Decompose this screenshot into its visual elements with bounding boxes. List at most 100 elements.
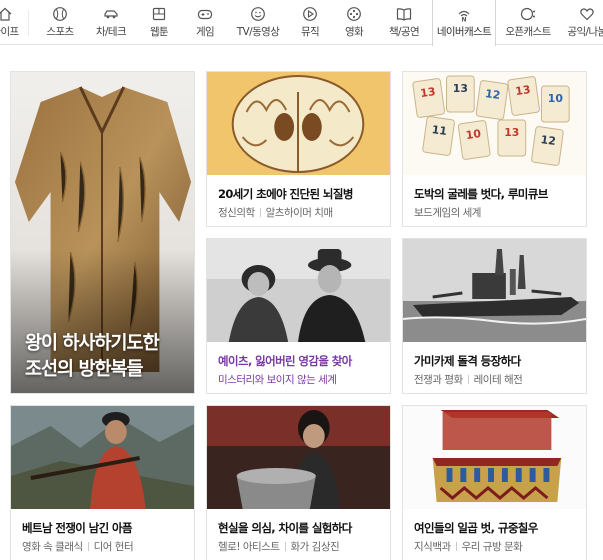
rummikub-tile: 11 (422, 116, 455, 156)
article-tags: 헬로! 아티스트 화가 김상진 (218, 539, 384, 554)
article-title: 가미카제 돌격 등장하다 (414, 354, 521, 368)
tab-game[interactable]: 게임 (186, 0, 224, 45)
artist-thumbnail (207, 406, 390, 509)
svg-text:13: 13 (420, 85, 437, 100)
article-card[interactable]: 20세기 초에야 진단된 뇌질병 정신의학 알츠하이머 치매 (206, 71, 391, 227)
svg-text:11: 11 (431, 123, 448, 138)
rummikub-tile: 12 (531, 126, 564, 166)
tab-label: 차/테크 (95, 26, 127, 38)
rummikub-tile: 13 (507, 76, 540, 116)
article-tag: 미스터리와 보이지 않는 세계 (218, 374, 337, 386)
article-tag: 레이테 해전 (473, 374, 523, 386)
article-card[interactable]: 13 13 12 13 10 11 10 13 12 도박의 굴레를 벗다, 루미큐브 보드게임… (402, 71, 587, 227)
tab-label: 네이버캐스트 (436, 26, 492, 38)
article-tag: 헬로! 아티스트 (218, 541, 280, 553)
svg-text:10: 10 (465, 127, 482, 142)
sewing-box-thumbnail (403, 406, 586, 509)
opencast-icon (500, 6, 556, 22)
tab-label: 게임 (195, 26, 215, 38)
rummikub-tile: 10 (540, 85, 570, 123)
tab-label: 책/공연 (388, 26, 420, 38)
featured-caption-line2: 조선의 방한복들 (25, 359, 144, 380)
gamepad-icon (186, 6, 224, 22)
tab-webtoon[interactable]: 웹툰 (140, 0, 178, 45)
rummikub-tile: 10 (457, 120, 491, 160)
rummikub-tiles-thumbnail: 13 13 12 13 10 11 10 13 12 (403, 72, 586, 175)
tab-opencast[interactable]: 오픈캐스트 (500, 0, 556, 45)
baseball-icon (38, 6, 82, 22)
tag-separator (467, 375, 469, 384)
car-icon (86, 6, 136, 22)
tab-life[interactable]: 라이프 (0, 0, 26, 45)
article-title: 여인들의 일곱 벗, 규중칠우 (414, 521, 538, 535)
svg-text:12: 12 (540, 133, 557, 148)
svg-text:13: 13 (515, 83, 532, 98)
article-title: 도박의 굴레를 벗다, 루미큐브 (414, 187, 548, 201)
article-tags: 지식백과 우리 규방 문화 (414, 539, 580, 554)
article-tag: 보드게임의 세계 (414, 207, 481, 219)
featured-caption-line1: 왕이 하사하기도한 (25, 333, 160, 354)
tag-separator (284, 542, 286, 551)
article-tag: 디어 헌터 (93, 541, 134, 553)
tab-label: TV/동영상 (236, 26, 280, 38)
tab-label: 오픈캐스트 (505, 26, 551, 38)
featured-card[interactable]: 왕이 하사하기도한 조선의 방한복들 (10, 71, 195, 394)
article-tags: 보드게임의 세계 (414, 205, 580, 220)
tag-separator (455, 542, 457, 551)
tab-label: 라이프 (0, 26, 19, 38)
article-tag: 정신의학 (218, 207, 255, 219)
tag-separator (259, 208, 261, 217)
tab-divider (28, 10, 29, 36)
svg-text:N: N (461, 17, 466, 23)
article-tags: 영화 속 클래식 디어 헌터 (22, 539, 188, 554)
category-tab-bar: 라이프 스포츠 차/테크 웹툰 게임 TV/동영상 뮤직 (0, 0, 603, 46)
tab-label: 뮤직 (300, 26, 320, 38)
article-card[interactable]: 가미카제 돌격 등장하다 전쟁과 평화 레이테 해전 (402, 238, 587, 394)
svg-text:13: 13 (453, 82, 468, 95)
tab-public-sharing[interactable]: 공익/나눔 (560, 0, 603, 45)
tab-book-performance[interactable]: 책/공연 (378, 0, 430, 45)
webtoon-icon (140, 6, 178, 22)
article-card[interactable]: 현실을 의심, 차이를 실험하다 헬로! 아티스트 화가 김상진 (206, 405, 391, 560)
article-tags: 정신의학 알츠하이머 치매 (218, 205, 384, 220)
vintage-photo-thumbnail (207, 239, 390, 342)
tab-navercast[interactable]: N 네이버캐스트 (432, 0, 496, 46)
article-card[interactable]: 예이츠, 잃어버린 영감을 찾아 미스터리와 보이지 않는 세계 (206, 238, 391, 394)
article-tag: 지식백과 (414, 541, 451, 553)
tab-label: 공익/나눔 (567, 26, 603, 38)
tab-movie[interactable]: 영화 (336, 0, 372, 45)
book-icon (378, 6, 430, 22)
tab-car-tech[interactable]: 차/테크 (86, 0, 136, 45)
featured-caption: 왕이 하사하기도한 조선의 방한복들 (25, 331, 160, 383)
article-title: 예이츠, 잃어버린 영감을 찾아 (218, 354, 352, 368)
tag-separator (87, 542, 89, 551)
movie-still-thumbnail (11, 406, 194, 509)
article-tags: 전쟁과 평화 레이테 해전 (414, 372, 580, 387)
article-title: 20세기 초에야 진단된 뇌질병 (218, 187, 353, 201)
tab-sports[interactable]: 스포츠 (38, 0, 82, 45)
article-title: 현실을 의심, 차이를 실험하다 (218, 521, 352, 535)
play-icon (292, 6, 328, 22)
heart-icon (560, 6, 603, 22)
article-tag: 화가 김상진 (290, 541, 340, 553)
brain-scan-thumbnail (207, 72, 390, 175)
battleship-thumbnail (403, 239, 586, 342)
naver-cast-icon: N (433, 6, 495, 22)
svg-text:12: 12 (484, 87, 501, 102)
film-reel-icon (336, 6, 372, 22)
tab-label: 영화 (344, 26, 364, 38)
article-card[interactable]: 여인들의 일곱 벗, 규중칠우 지식백과 우리 규방 문화 (402, 405, 587, 560)
article-card[interactable]: 베트남 전쟁이 남긴 아픔 영화 속 클래식 디어 헌터 (10, 405, 195, 560)
article-tag: 전쟁과 평화 (414, 374, 463, 386)
tab-music[interactable]: 뮤직 (292, 0, 328, 45)
svg-text:13: 13 (504, 126, 519, 139)
smile-icon (230, 6, 286, 22)
tab-tv-video[interactable]: TV/동영상 (230, 0, 286, 45)
rummikub-tile: 13 (446, 75, 475, 113)
article-tags: 미스터리와 보이지 않는 세계 (218, 372, 384, 387)
article-tag: 알츠하이머 치매 (265, 207, 333, 219)
rummikub-tile: 12 (475, 80, 509, 120)
rummikub-tile: 13 (497, 119, 527, 157)
article-tag: 우리 규방 문화 (461, 541, 523, 553)
tab-label: 웹툰 (149, 26, 169, 38)
